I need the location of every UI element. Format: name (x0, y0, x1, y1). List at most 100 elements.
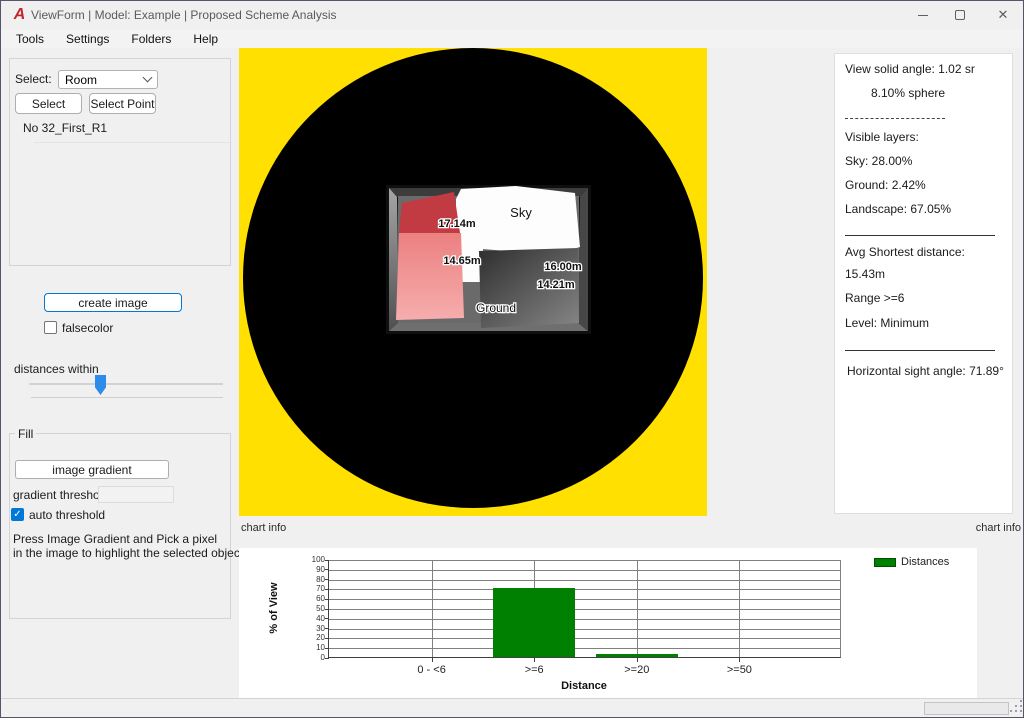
y-tick (325, 618, 329, 619)
chart-info-left: chart info (241, 522, 286, 534)
horizontal-sight-angle: Horizontal sight angle: 71.89° (847, 364, 1004, 378)
separator-dashed (845, 118, 945, 119)
menu-folders[interactable]: Folders (120, 32, 182, 46)
y-tick (325, 628, 329, 629)
image-gradient-button[interactable]: image gradient (15, 460, 169, 479)
y-gridline (329, 589, 840, 590)
y-tick-label: 20 (295, 633, 325, 642)
distances-slider-track-lower (31, 397, 223, 398)
avg-shortest-value: 15.43m (845, 267, 885, 281)
y-gridline (329, 638, 840, 639)
falsecolor-checkbox[interactable] (44, 321, 57, 334)
fill-group-title: Fill (15, 427, 36, 441)
check-icon: ✓ (13, 509, 21, 520)
selected-room-name: No 32_First_R1 (23, 121, 107, 135)
instructions-line1: Press Image Gradient and Pick a pixel (13, 532, 246, 546)
avg-shortest-title: Avg Shortest distance: (845, 245, 965, 259)
menu-bar: Tools Settings Folders Help (1, 29, 1023, 48)
y-gridline (329, 599, 840, 600)
y-tick-label: 0 (295, 653, 325, 662)
menu-help[interactable]: Help (182, 32, 229, 46)
status-field (924, 702, 1009, 715)
y-tick (325, 658, 329, 659)
range-value: Range >=6 (845, 291, 904, 305)
y-tick-label: 80 (295, 575, 325, 584)
y-tick (325, 638, 329, 639)
chart-bar (493, 588, 575, 657)
sphere-percent: 8.10% sphere (871, 86, 945, 100)
falsecolor-label: falsecolor (62, 321, 113, 335)
separator-line (845, 235, 995, 236)
y-gridline (329, 570, 840, 571)
y-tick (325, 560, 329, 561)
chart-legend: Distances (874, 556, 949, 568)
x-tick (432, 658, 433, 662)
y-gridline (329, 560, 840, 561)
close-button[interactable]: ✕ (983, 1, 1023, 29)
ground-percent: Ground: 2.42% (845, 178, 926, 192)
maximize-button[interactable] (940, 1, 980, 29)
legend-label: Distances (901, 556, 949, 568)
ground-label: Ground (476, 301, 516, 315)
auto-threshold-checkbox[interactable]: ✓ (11, 508, 24, 521)
minimize-icon (918, 15, 928, 16)
level-value: Level: Minimum (845, 316, 929, 330)
y-gridline (329, 580, 840, 581)
chart-bar (596, 654, 678, 657)
menu-tools[interactable]: Tools (5, 32, 55, 46)
list-divider (34, 142, 232, 143)
selection-group (9, 58, 231, 266)
distance-label-14-65: 14.65m (443, 255, 481, 267)
gradient-threshold-input[interactable] (98, 486, 174, 503)
maximize-icon (955, 10, 965, 20)
room-render-image: Sky 17.14m 14.65m 16.00m 14.21m Ground (386, 185, 591, 334)
x-tick-label: 0 - <6 (417, 664, 445, 676)
sky-percent: Sky: 28.00% (845, 154, 912, 168)
x-axis-title: Distance (544, 680, 624, 692)
menu-settings[interactable]: Settings (55, 32, 120, 46)
distance-label-16: 16.00m (544, 261, 582, 273)
create-image-button[interactable]: create image (44, 293, 182, 312)
chart-info-right: chart info (976, 522, 1021, 534)
y-tick (325, 599, 329, 600)
stats-panel: View solid angle: 1.02 sr 8.10% sphere V… (834, 53, 1013, 514)
select-dropdown-value: Room (65, 73, 97, 87)
x-tick-label: >=50 (727, 664, 752, 676)
y-tick-label: 40 (295, 614, 325, 623)
distances-slider-thumb[interactable] (95, 375, 106, 395)
x-tick (637, 658, 638, 662)
y-gridline (329, 629, 840, 630)
y-tick-label: 90 (295, 565, 325, 574)
y-tick (325, 648, 329, 649)
visible-layers-title: Visible layers: (845, 130, 919, 144)
x-tick (739, 658, 740, 662)
select-button[interactable]: Select (15, 93, 82, 114)
status-bar (1, 698, 1024, 717)
select-point-button[interactable]: Select Point (89, 93, 156, 114)
sky-label: Sky (510, 205, 532, 220)
y-tick (325, 609, 329, 610)
gradient-threshold-label: gradient threshold (13, 488, 109, 502)
window-title: ViewForm | Model: Example | Proposed Sch… (31, 1, 336, 29)
chevron-down-icon (143, 73, 153, 83)
legend-swatch (874, 558, 896, 567)
x-gridline (637, 560, 638, 657)
select-dropdown[interactable]: Room (58, 70, 158, 89)
distances-within-label: distances within (14, 362, 99, 376)
minimize-button[interactable] (903, 1, 943, 29)
y-tick (325, 589, 329, 590)
instructions-text: Press Image Gradient and Pick a pixel in… (13, 532, 246, 560)
y-tick-label: 70 (295, 584, 325, 593)
instructions-line2: in the image to highlight the selected o… (13, 546, 246, 560)
x-tick-label: >=6 (525, 664, 544, 676)
y-tick-label: 100 (295, 555, 325, 564)
x-gridline (739, 560, 740, 657)
y-gridline (329, 619, 840, 620)
select-label: Select: (15, 72, 52, 86)
fisheye-viewport[interactable]: Sky 17.14m 14.65m 16.00m 14.21m Ground (239, 48, 707, 516)
distances-slider-track[interactable] (29, 383, 223, 385)
x-tick-label: >=20 (624, 664, 649, 676)
resize-grip-icon[interactable] (1011, 701, 1023, 714)
separator-line (845, 350, 995, 351)
y-tick-label: 50 (295, 604, 325, 613)
